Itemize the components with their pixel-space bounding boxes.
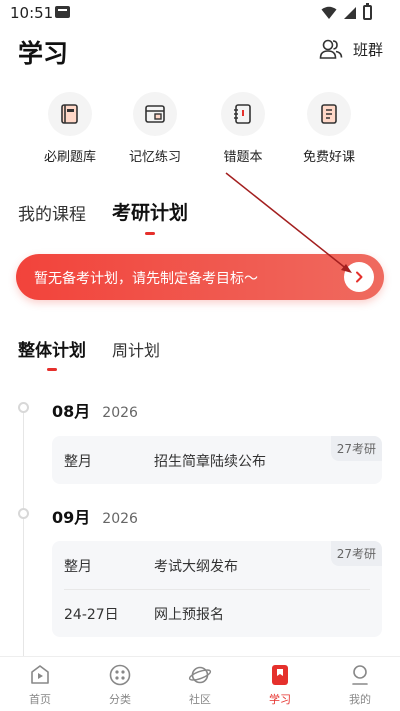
- tab-my-courses[interactable]: 我的课程: [18, 200, 86, 225]
- month-header: 09月 2026: [52, 504, 138, 528]
- event-date: 24-27日: [64, 607, 119, 623]
- quick-entry-question-bank[interactable]: 必刷题库: [25, 92, 115, 165]
- wifi-icon: [321, 6, 337, 19]
- nav-study[interactable]: 学习: [240, 657, 320, 711]
- status-icons: [321, 3, 372, 20]
- quick-entry-label: 记忆练习: [128, 150, 181, 165]
- timeline-dot: [18, 402, 29, 413]
- free-course-icon: [321, 104, 337, 124]
- group-people-icon: [319, 39, 343, 59]
- nav-home[interactable]: 首页: [0, 657, 80, 711]
- month-year: 2026: [102, 511, 138, 527]
- event-date: 整月: [64, 559, 92, 575]
- quick-entry-free-course[interactable]: 免费好课: [284, 92, 374, 165]
- month-year: 2026: [102, 405, 138, 421]
- question-bank-icon: [61, 104, 78, 124]
- timeline-dot: [18, 508, 29, 519]
- status-bar: 10:51: [0, 0, 400, 28]
- class-group-button[interactable]: 班群: [319, 38, 383, 60]
- timeline-event-card[interactable]: 27考研 整月 考试大纲发布 24-27日 网上预报名: [52, 541, 382, 637]
- battery-icon: [363, 3, 372, 20]
- quick-entry-mistake-book[interactable]: 错题本: [198, 92, 288, 165]
- signal-icon: [344, 6, 356, 19]
- profile-icon: [352, 665, 368, 685]
- status-time: 10:51: [10, 4, 54, 22]
- community-planet-icon: [188, 666, 212, 684]
- nav-label: 分类: [109, 693, 131, 706]
- category-icon: [109, 664, 131, 686]
- bottom-nav: 首页 分类 社区 学习 我的: [0, 656, 400, 711]
- quick-entry-memory-practice[interactable]: 记忆练习: [110, 92, 200, 165]
- month-label: 08月: [52, 402, 91, 421]
- quick-entry-label: 必刷题库: [43, 150, 96, 165]
- memory-practice-icon: [145, 105, 165, 123]
- quick-entry-label: 免费好课: [302, 150, 355, 165]
- nav-category[interactable]: 分类: [80, 657, 160, 711]
- quick-entry-label: 错题本: [223, 150, 263, 165]
- tab-weekly-plan[interactable]: 周计划: [112, 337, 160, 361]
- nav-label: 我的: [349, 693, 371, 706]
- home-play-icon: [31, 665, 49, 684]
- plan-banner-go-button[interactable]: [344, 262, 374, 292]
- tab-exam-plan[interactable]: 考研计划: [112, 198, 188, 235]
- plan-banner-text: 暂无备考计划，请先制定备考目标～: [34, 271, 258, 287]
- chevron-right-icon: [356, 271, 363, 283]
- mistake-book-icon: [234, 104, 251, 124]
- create-plan-banner[interactable]: 暂无备考计划，请先制定备考目标～: [16, 254, 384, 300]
- nav-label: 学习: [269, 693, 291, 706]
- class-group-label: 班群: [352, 40, 383, 59]
- event-title: 网上预报名: [154, 607, 224, 623]
- timeline-event: 24-27日 网上预报名: [52, 589, 382, 637]
- nav-profile[interactable]: 我的: [320, 657, 400, 711]
- event-date: 整月: [64, 454, 92, 470]
- month-header: 08月 2026: [52, 398, 138, 422]
- timeline-event: 整月 招生简章陆续公布: [52, 436, 382, 484]
- timeline-event: 整月 考试大纲发布: [52, 541, 382, 589]
- timeline-event-card[interactable]: 27考研 整月 招生简章陆续公布: [52, 436, 382, 484]
- event-title: 考试大纲发布: [154, 559, 238, 575]
- study-bookmark-icon: [272, 665, 288, 685]
- sim-card-icon: [55, 6, 70, 18]
- plan-sub-tabs: 整体计划 周计划: [18, 336, 160, 371]
- tab-overall-plan[interactable]: 整体计划: [18, 336, 86, 371]
- nav-community[interactable]: 社区: [160, 657, 240, 711]
- nav-label: 社区: [189, 693, 211, 706]
- timeline-line: [23, 412, 24, 657]
- quick-entries: 必刷题库 记忆练习 错题本 免费好课: [0, 92, 400, 172]
- nav-label: 首页: [29, 693, 51, 706]
- month-label: 09月: [52, 508, 91, 527]
- main-tabs: 我的课程 考研计划: [18, 198, 188, 235]
- event-title: 招生简章陆续公布: [154, 454, 266, 470]
- page-title: 学习: [18, 39, 69, 68]
